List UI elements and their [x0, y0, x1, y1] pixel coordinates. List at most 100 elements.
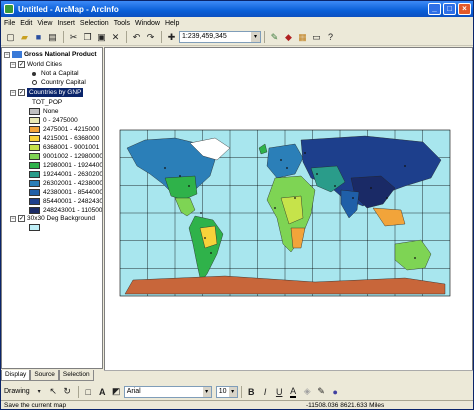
legend-class-label: 2475001 - 4215000 — [43, 126, 100, 133]
legend-swatch — [29, 126, 40, 133]
legend-class-label: None — [43, 108, 59, 115]
menu-tools[interactable]: Tools — [114, 20, 130, 27]
legend-class-label: 4215001 - 6368000 — [43, 135, 100, 142]
legend-swatch — [29, 108, 40, 115]
italic-icon[interactable]: I — [259, 385, 272, 398]
legend-swatch — [29, 224, 40, 231]
whats-this-icon[interactable]: ? — [324, 31, 337, 44]
collapse-icon[interactable]: − — [10, 215, 16, 222]
layer-name: World Cities — [27, 61, 62, 68]
delete-icon[interactable]: ✕ — [109, 31, 122, 44]
map-display[interactable] — [104, 47, 473, 381]
command-line-icon[interactable]: ▭ — [310, 31, 323, 44]
maximize-button[interactable]: □ — [443, 3, 456, 15]
menu-file[interactable]: File — [4, 20, 15, 27]
scale-dropdown-icon[interactable]: ▾ — [251, 32, 260, 42]
legend-class-label: 42380001 - 85440000 — [43, 189, 103, 196]
legend-class-label: 9001002 - 12980000 — [43, 153, 103, 160]
legend-swatch — [29, 144, 40, 151]
cut-icon[interactable]: ✂ — [67, 31, 80, 44]
print-icon[interactable]: ▤ — [46, 31, 59, 44]
legend-swatch — [29, 207, 40, 214]
undo-icon[interactable]: ↶ — [130, 31, 143, 44]
menu-insert[interactable]: Insert — [57, 20, 75, 27]
add-data-icon[interactable]: ✚ — [165, 31, 178, 44]
legend-class-item: 19244001 - 26302000 — [29, 170, 103, 179]
tab-selection[interactable]: Selection — [58, 370, 94, 381]
arcmap-window: Untitled - ArcMap - ArcInfo _ □ × File E… — [0, 0, 474, 410]
fill-color-icon[interactable]: ◈ — [301, 385, 314, 398]
font-color-icon[interactable]: A — [287, 385, 300, 398]
layer-visibility-checkbox[interactable]: ✓ — [18, 215, 25, 222]
legend-class-item: 85440001 - 248243000 — [29, 197, 102, 206]
legend-class-label: 26302001 - 42380000 — [43, 180, 103, 187]
close-button[interactable]: × — [458, 3, 471, 15]
legend-field-name: TOT_POP — [32, 99, 63, 106]
new-document-icon[interactable]: ▢ — [4, 31, 17, 44]
drawing-dropdown-icon[interactable]: ▾ — [33, 385, 46, 398]
layer-visibility-checkbox[interactable]: ✓ — [18, 89, 25, 96]
layer-background[interactable]: − ✓ 30x30 Deg Background — [10, 214, 95, 223]
legend-class-item: None — [29, 107, 59, 116]
open-folder-icon[interactable]: ▰ — [18, 31, 31, 44]
legend-swatch — [29, 198, 40, 205]
legend-swatch — [29, 117, 40, 124]
legend-class-label: 12980001 - 19244000 — [43, 162, 103, 169]
layer-countries-by-gnp[interactable]: − ✓ Countries by GNP — [10, 88, 84, 97]
data-frame-icon — [12, 51, 22, 58]
tab-source[interactable]: Source — [30, 370, 59, 381]
underline-icon[interactable]: U — [273, 385, 286, 398]
line-color-icon[interactable]: ✎ — [315, 385, 328, 398]
marker-color-icon[interactable]: ● — [329, 385, 342, 398]
status-message: Save the current map — [4, 402, 67, 409]
menu-help[interactable]: Help — [165, 20, 179, 27]
map-scale-combo[interactable]: 1:239,459,345 ▾ — [179, 31, 261, 43]
font-size: 10 — [218, 387, 227, 395]
legend-class-label: 19244001 - 26302000 — [43, 171, 103, 178]
table-of-contents: − Gross National Product − ✓ World Citie… — [1, 47, 103, 369]
menu-bar: File Edit View Insert Selection Tools Wi… — [1, 17, 473, 29]
menu-view[interactable]: View — [37, 20, 52, 27]
legend-class-item: 12980001 - 19244000 — [29, 161, 103, 170]
drawing-menu[interactable]: Drawing — [4, 388, 30, 395]
minimize-button[interactable]: _ — [428, 3, 441, 15]
font-size-combo[interactable]: 10 ▾ — [215, 385, 238, 398]
menu-edit[interactable]: Edit — [20, 20, 32, 27]
point-symbol-icon — [32, 80, 37, 85]
bold-icon[interactable]: B — [245, 385, 258, 398]
menu-selection[interactable]: Selection — [80, 20, 109, 27]
select-elements-icon[interactable]: ↖ — [47, 385, 60, 398]
arccatalog-icon[interactable]: ▦ — [296, 31, 309, 44]
text-icon[interactable]: A — [96, 385, 109, 398]
copy-icon[interactable]: ❐ — [81, 31, 94, 44]
paste-icon[interactable]: ▣ — [95, 31, 108, 44]
rectangle-icon[interactable]: □ — [82, 385, 95, 398]
redo-icon[interactable]: ↷ — [144, 31, 157, 44]
rotate-icon[interactable]: ↻ — [61, 385, 74, 398]
legend-class-item: 0 - 2475000 — [29, 116, 78, 125]
collapse-icon[interactable]: − — [10, 61, 16, 68]
collapse-icon[interactable]: − — [10, 89, 16, 96]
collapse-icon[interactable]: − — [4, 51, 10, 58]
map-scale-value: 1:239,459,345 — [182, 33, 227, 40]
editor-icon[interactable]: ✎ — [268, 31, 281, 44]
legend-class-item: 26302001 - 42380000 — [29, 179, 103, 188]
map-scrollbar[interactable] — [104, 370, 473, 381]
size-dropdown-icon[interactable]: ▾ — [228, 386, 237, 397]
arctoolbox-icon[interactable]: ◆ — [282, 31, 295, 44]
tab-display[interactable]: Display — [1, 370, 31, 381]
save-icon[interactable]: ■ — [32, 31, 45, 44]
toc-tabs: Display Source Selection — [1, 370, 94, 381]
status-bar: Save the current map -11508.036 8621.633… — [1, 400, 473, 410]
layer-world-cities[interactable]: − ✓ World Cities — [10, 60, 62, 69]
menu-window[interactable]: Window — [135, 20, 160, 27]
font-combo[interactable]: Arial ▾ — [123, 385, 212, 398]
font-dropdown-icon[interactable]: ▾ — [202, 386, 211, 397]
toc-root[interactable]: − Gross National Product — [4, 50, 97, 59]
edit-vertices-icon[interactable]: ◩ — [110, 385, 123, 398]
arcmap-app-icon — [4, 4, 14, 14]
legend-class-label: 0 - 2475000 — [43, 117, 78, 124]
layer-visibility-checkbox[interactable]: ✓ — [18, 61, 25, 68]
data-frame-name: Gross National Product — [24, 51, 97, 58]
font-name: Arial — [126, 387, 141, 395]
